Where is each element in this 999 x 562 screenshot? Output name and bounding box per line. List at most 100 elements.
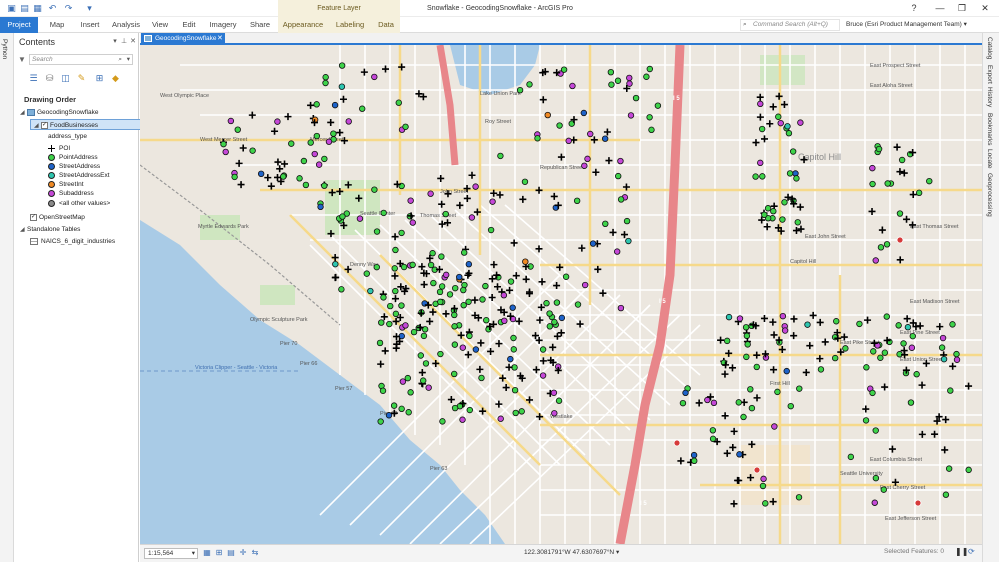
poi-marker: [331, 254, 339, 262]
address-marker: [399, 378, 407, 385]
tab-insert[interactable]: Insert: [76, 17, 104, 33]
restore-button[interactable]: ❐: [954, 2, 970, 14]
close-pane-icon[interactable]: ✕: [129, 38, 137, 46]
tab-analysis[interactable]: Analysis: [110, 17, 142, 33]
basemap-name: OpenStreetMap: [39, 214, 85, 221]
pane-options-icon[interactable]: ▾: [111, 38, 119, 46]
scale-selector[interactable]: 1:15,564 ▾: [144, 548, 198, 559]
tab-labeling[interactable]: Labeling: [328, 17, 372, 33]
map-canvas[interactable]: West Olympic Place West Mercer Street Me…: [140, 45, 982, 544]
list-by-selection-icon[interactable]: ◫: [59, 72, 72, 84]
layer-node-basemap[interactable]: ✓ OpenStreetMap: [30, 212, 85, 223]
collapse-icon[interactable]: ◢: [20, 108, 27, 119]
address-marker: [560, 66, 568, 73]
map-node[interactable]: ◢ GeocodingSnowflake: [20, 107, 98, 118]
poi-marker: [535, 245, 543, 253]
map-label: East Jefferson Street: [885, 516, 937, 522]
address-marker: [607, 68, 615, 76]
address-marker: [709, 435, 717, 443]
export-pane-tab[interactable]: Export: [986, 65, 993, 84]
collapse-icon[interactable]: ◢: [20, 225, 27, 236]
poi-marker: [519, 195, 527, 203]
new-icon[interactable]: ▦: [32, 3, 43, 13]
map-icon: [27, 108, 35, 116]
list-by-data-source-icon[interactable]: ⛁: [43, 72, 56, 84]
chevron-down-icon[interactable]: ▾: [127, 55, 130, 64]
map-label: Seattle Center: [360, 211, 395, 217]
map-view-tab[interactable]: GeocodingSnowflake ✕: [141, 33, 225, 45]
full-extent-icon[interactable]: ✛: [238, 548, 248, 558]
user-account-menu[interactable]: Bruce (Esri Product Management Team) ▾: [846, 17, 967, 33]
address-marker: [380, 209, 387, 217]
table-node[interactable]: NAICS_6_digit_industries: [30, 236, 115, 247]
tab-imagery[interactable]: Imagery: [206, 17, 240, 33]
list-by-labeling-icon[interactable]: ◆: [109, 72, 122, 84]
drawing-order-heading: Drawing Order: [24, 95, 77, 104]
contents-pane: Contents ▾ ⊥ ✕ ▼ Search ⌕ ▾ ☰ ⛁ ◫ ✎ ⊞ ◆ …: [14, 33, 151, 562]
table-icon: [30, 237, 38, 245]
open-icon[interactable]: ▤: [19, 3, 30, 13]
legend-item: POI: [48, 144, 70, 153]
address-marker: [478, 374, 485, 382]
circle-icon: [48, 189, 55, 197]
poi-marker: [790, 315, 798, 323]
poi-marker: [761, 135, 768, 143]
filter-icon[interactable]: ▼: [18, 55, 26, 64]
tab-share[interactable]: Share: [246, 17, 274, 33]
grid-icon[interactable]: ▦: [202, 548, 212, 558]
chevron-down-icon[interactable]: ▾: [192, 549, 195, 558]
tab-project[interactable]: Project: [0, 17, 38, 33]
map-label: East John Street: [805, 234, 846, 240]
help-button[interactable]: ?: [906, 2, 922, 14]
history-pane-tab[interactable]: History: [986, 87, 993, 107]
list-by-editing-icon[interactable]: ✎: [75, 72, 88, 84]
python-pane-tab[interactable]: Python: [1, 39, 8, 59]
coordinate-readout[interactable]: 122.3081791°W 47.6307697°N ▾: [524, 548, 619, 556]
collapse-icon[interactable]: ◢: [34, 121, 41, 132]
poi-marker: [437, 174, 445, 182]
tab-edit[interactable]: Edit: [178, 17, 200, 33]
bookmarks-pane-tab[interactable]: Bookmarks: [986, 113, 993, 146]
close-icon[interactable]: ✕: [217, 33, 223, 45]
standalone-tables-node[interactable]: ◢ Standalone Tables: [20, 224, 80, 235]
tab-map[interactable]: Map: [44, 17, 70, 33]
legend-label: StreetAddress: [59, 163, 101, 170]
locate-pane-tab[interactable]: Locate: [986, 149, 993, 169]
contents-search-input[interactable]: Search ⌕ ▾: [29, 54, 133, 65]
poi-marker: [900, 169, 908, 177]
map-label: East Union Street: [900, 357, 944, 363]
command-search-input[interactable]: ⌕ Command Search (Alt+Q): [740, 19, 840, 31]
address-marker: [900, 340, 907, 347]
address-marker: [877, 354, 884, 361]
minimize-button[interactable]: —: [932, 2, 948, 14]
snapping-icon[interactable]: ⊞: [214, 548, 224, 558]
tab-view[interactable]: View: [148, 17, 172, 33]
address-marker: [451, 323, 458, 330]
layer-visibility-checkbox[interactable]: ✓: [30, 213, 37, 221]
tab-appearance[interactable]: Appearance: [278, 17, 328, 33]
ribbon-tabs: Project Map Insert Analysis View Edit Im…: [0, 17, 999, 33]
fixed-zoom-icon[interactable]: ▤: [226, 548, 236, 558]
close-button[interactable]: ✕: [977, 2, 993, 14]
refresh-button[interactable]: ⟳: [968, 547, 975, 556]
undo-icon[interactable]: ↶: [47, 3, 58, 13]
save-icon[interactable]: ▣: [6, 3, 17, 13]
layer-visibility-checkbox[interactable]: ✓: [41, 121, 48, 129]
geoprocessing-pane-tab[interactable]: Geoprocessing: [986, 173, 993, 217]
navigation-icon[interactable]: ⇆: [250, 548, 260, 558]
map-label: East Prospect Street: [870, 63, 921, 69]
pause-drawing-button[interactable]: ❚❚: [955, 547, 968, 556]
redo-icon[interactable]: ↷: [63, 3, 74, 13]
pin-icon[interactable]: ⊥: [120, 38, 128, 46]
customize-icon[interactable]: ▾: [84, 3, 95, 13]
catalog-pane-tab[interactable]: Catalog: [986, 37, 993, 59]
layer-node-foodbusinesses[interactable]: ◢ ✓ FoodBusinesses: [30, 119, 151, 130]
address-marker: [869, 180, 876, 188]
list-by-snapping-icon[interactable]: ⊞: [93, 72, 106, 84]
tab-data[interactable]: Data: [372, 17, 400, 33]
address-marker: [761, 211, 768, 219]
map-view[interactable]: West Olympic Place West Mercer Street Me…: [140, 45, 982, 544]
address-marker: [953, 350, 960, 358]
map-tab-label: GeocodingSnowflake: [155, 35, 217, 42]
list-by-drawing-order-icon[interactable]: ☰: [27, 72, 40, 84]
